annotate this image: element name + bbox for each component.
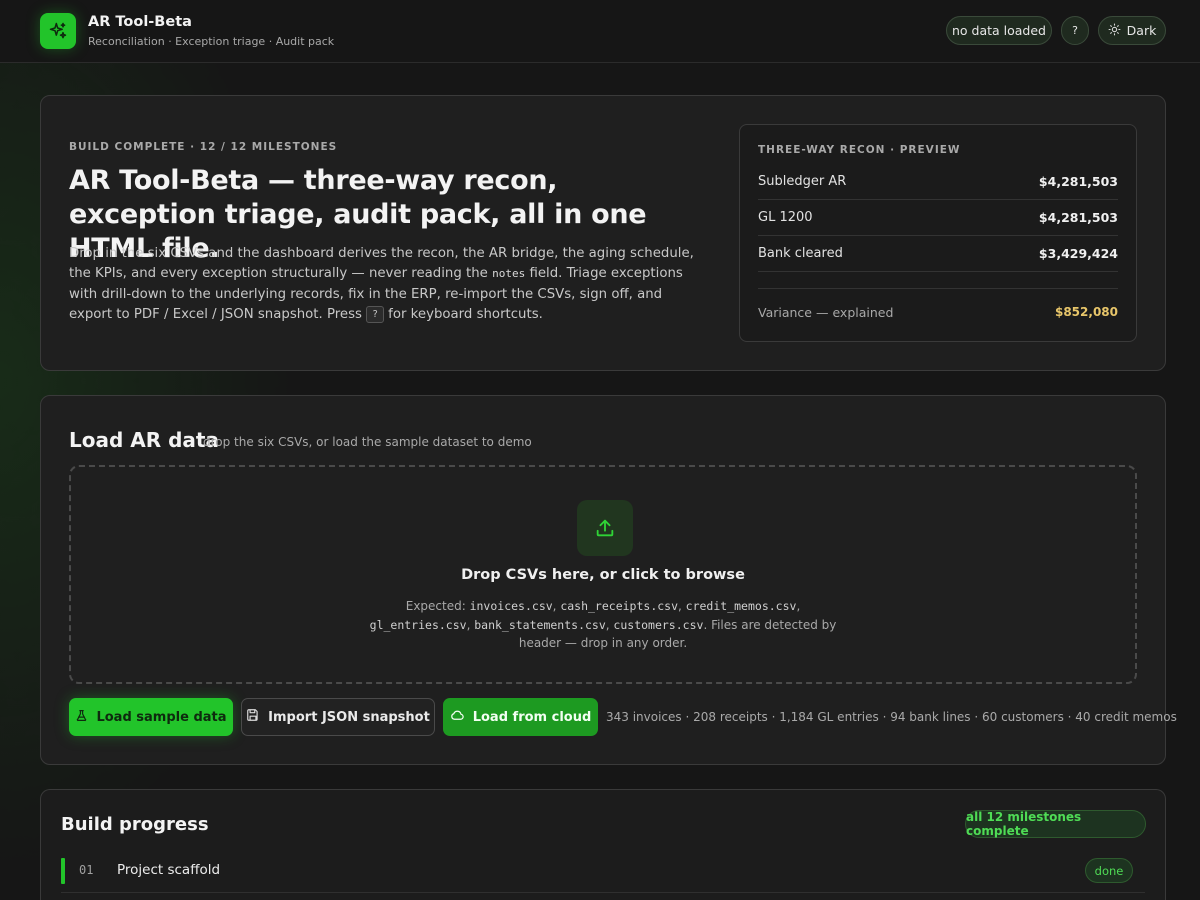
milestone-status-badge: done — [1085, 858, 1133, 883]
milestone-label: Project scaffold — [117, 862, 221, 878]
expected-files-text: Expected: invoices.csv, cash_receipts.cs… — [369, 599, 837, 650]
milestone-number: 01 — [79, 863, 94, 877]
hero-description: Drop in the six CSVs and the dashboard d… — [69, 246, 694, 323]
file-name: invoices.csv — [469, 599, 553, 613]
app-subtitle: Reconciliation · Exception triage · Audi… — [88, 35, 335, 48]
hero-card: BUILD COMPLETE · 12 / 12 MILESTONES AR T… — [40, 95, 1166, 371]
top-bar: AR Tool-Beta Reconciliation · Exception … — [0, 0, 1200, 63]
recon-row-subledger: Subledger AR $4,281,503 — [758, 164, 1118, 200]
load-sample-button[interactable]: Load sample data — [69, 698, 233, 736]
flask-icon — [75, 709, 88, 726]
file-name: credit_memos.csv — [685, 599, 797, 613]
load-from-cloud-button[interactable]: Load from cloud — [443, 698, 598, 736]
upload-icon — [577, 500, 633, 556]
dropzone-title: Drop CSVs here, or click to browse — [461, 567, 745, 583]
shortcut-key: ? — [366, 305, 384, 323]
recon-variance-row: Variance — explained $852,080 — [758, 288, 1118, 320]
app-title: AR Tool-Beta — [88, 14, 192, 30]
file-name: customers.csv — [613, 617, 704, 632]
theme-toggle-button[interactable]: Dark — [1098, 16, 1166, 45]
milestones-complete-badge: all 12 milestones complete — [965, 810, 1146, 838]
file-name: gl_entries.csv — [369, 617, 467, 632]
milestone-status-bar — [61, 858, 65, 884]
recon-row-gl: GL 1200 $4,281,503 — [758, 200, 1118, 236]
milestone-row: 01 Project scaffold done — [61, 857, 1145, 893]
recon-preview-panel: THREE-WAY RECON · PREVIEW Subledger AR $… — [739, 124, 1137, 342]
build-progress-card: Build progress all 12 milestones complet… — [40, 789, 1166, 900]
file-name: bank_statements.csv — [474, 617, 606, 632]
save-icon — [246, 708, 260, 726]
load-subtitle: drop the six CSVs, or load the sample da… — [203, 435, 532, 449]
sun-icon — [1108, 23, 1121, 39]
build-eyebrow: BUILD COMPLETE · 12 / 12 MILESTONES — [69, 141, 338, 153]
import-json-button[interactable]: Import JSON snapshot — [241, 698, 435, 736]
sparkle-logo-icon — [40, 13, 76, 49]
recon-preview-title: THREE-WAY RECON · PREVIEW — [758, 144, 961, 156]
cloud-icon — [450, 708, 465, 727]
csv-dropzone[interactable]: Drop CSVs here, or click to browse Expec… — [69, 465, 1137, 684]
load-data-card: Load AR data drop the six CSVs, or load … — [40, 395, 1177, 765]
theme-label: Dark — [1126, 23, 1157, 38]
build-progress-title: Build progress — [61, 814, 209, 835]
file-name: cash_receipts.csv — [560, 599, 679, 613]
load-title: Load AR data — [69, 428, 219, 452]
recon-row-bank: Bank cleared $3,429,424 — [758, 236, 1118, 272]
notes-field-code: notes — [492, 267, 526, 281]
help-button[interactable]: ? — [1061, 16, 1089, 45]
sample-dataset-counts: 343 invoices · 208 receipts · 1,184 GL e… — [606, 710, 1177, 724]
data-status-badge: no data loaded — [946, 16, 1052, 45]
